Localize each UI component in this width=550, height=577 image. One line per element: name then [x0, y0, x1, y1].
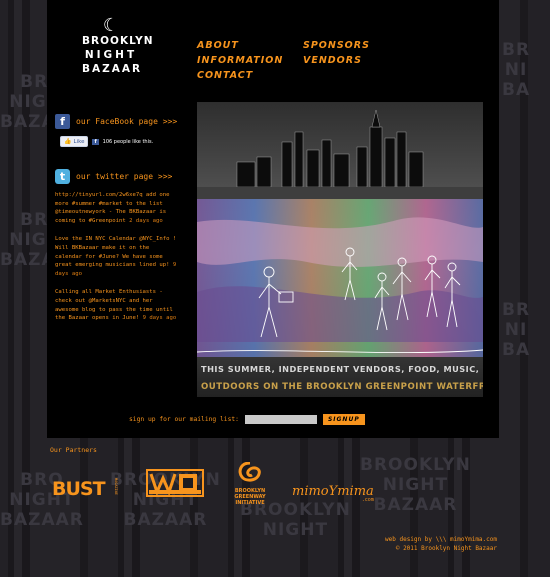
tweet-time[interactable]: 2 days ago — [129, 218, 163, 224]
nav-vendors[interactable]: VENDORS — [303, 53, 370, 68]
twitter-link[interactable]: our twitter page >>> — [76, 172, 172, 181]
signup-button[interactable]: SIGNUP — [322, 414, 365, 425]
partner-bust-sub: MAGAZINE — [114, 478, 119, 495]
footer: web design by \\\ mimoYmima.com © 2011 B… — [385, 535, 497, 553]
tweet-item: http://tinyurl.com/2w6xe7q add one more … — [55, 191, 178, 225]
hero-caption-line-2: OUTDOORS ON THE BROOKLYN GREENPOINT WATE… — [201, 382, 483, 392]
crescent-moon-icon: ☾ — [102, 15, 120, 36]
twitter-icon: t — [55, 169, 70, 184]
facebook-like-widget: 👍 Like f 106 people like this. — [60, 136, 153, 147]
partner-mimoymima-logo[interactable]: mimoYmima .com — [292, 480, 374, 503]
tweet-item: Calling all Market Enthusiasts - check o… — [55, 288, 178, 322]
nav-contact[interactable]: CONTACT — [197, 68, 283, 83]
background-logo-ghost: BR NI BA — [502, 300, 531, 360]
tweet-list: http://tinyurl.com/2w6xe7q add one more … — [55, 191, 178, 333]
facebook-link-row[interactable]: f our FaceBook page >>> — [55, 114, 177, 129]
footer-copyright: © 2011 Brooklyn Night Bazaar — [395, 545, 497, 552]
email-input[interactable] — [244, 415, 317, 424]
partners-title: Our Partners — [50, 446, 97, 454]
partner-greenway-name: BROOKLYN GREENWAY INITIATIVE — [234, 488, 266, 506]
nav-about[interactable]: ABOUT — [197, 38, 283, 53]
facebook-link[interactable]: our FaceBook page >>> — [76, 117, 177, 126]
main-nav-column-1: ABOUT INFORMATION CONTACT — [197, 38, 283, 83]
facebook-small-icon: f — [92, 138, 99, 145]
partner-bust-name: BUST — [52, 478, 106, 500]
nav-information[interactable]: INFORMATION — [197, 53, 283, 68]
tweet-time[interactable]: 9 days ago — [143, 315, 177, 321]
tweet-item: Love the IN NYC Calendar @NYC_Info ! Wil… — [55, 235, 178, 278]
background-logo-ghost: BROOKLYN NIGHT — [240, 500, 351, 540]
like-button[interactable]: 👍 Like — [60, 136, 89, 147]
footer-credit[interactable]: web design by \\\ mimoYmima.com — [385, 535, 497, 544]
twitter-link-row[interactable]: t our twitter page >>> — [55, 169, 172, 184]
like-count: 106 people like this. — [102, 138, 154, 145]
partner-bust-logo[interactable]: BUST MAGAZINE — [52, 478, 118, 500]
thumbs-up-icon: 👍 — [64, 138, 72, 145]
nav-sponsors[interactable]: SPONSORS — [303, 38, 370, 53]
brooklyn-night-bazaar-logo[interactable]: ☾ BROOKLYN NIGHT BAZAAR — [82, 15, 154, 76]
partner-wb-logo[interactable] — [143, 466, 207, 500]
signup-label: sign up for our mailing list: — [129, 416, 239, 423]
background-logo-ghost: BR NI BA — [502, 40, 531, 100]
partner-brooklyn-greenway-logo[interactable]: BROOKLYN GREENWAY INITIATIVE — [226, 461, 274, 506]
greenway-swirl-icon — [238, 461, 261, 482]
main-nav-column-2: SPONSORS VENDORS — [303, 38, 370, 68]
hero-artwork — [197, 102, 483, 397]
like-button-label: Like — [73, 138, 85, 145]
facebook-icon: f — [55, 114, 70, 129]
mailing-list-signup: sign up for our mailing list: SIGNUP — [129, 414, 365, 425]
background-logo-ghost: BROOKLYN NIGHT BAZAAR — [360, 455, 471, 515]
logo-line-1: BROOKLYN — [82, 35, 154, 47]
logo-line-2: NIGHT — [84, 49, 138, 61]
tweet-text[interactable]: Love the IN NYC Calendar @NYC_Info ! Wil… — [55, 236, 176, 268]
hero-illustration: THIS SUMMER, INDEPENDENT VENDORS, FOOD, … — [197, 102, 483, 397]
logo-line-3: BAZAAR — [82, 63, 143, 75]
hero-caption-line-1: THIS SUMMER, INDEPENDENT VENDORS, FOOD, … — [201, 364, 483, 374]
partner-wb-graphic — [146, 469, 204, 497]
